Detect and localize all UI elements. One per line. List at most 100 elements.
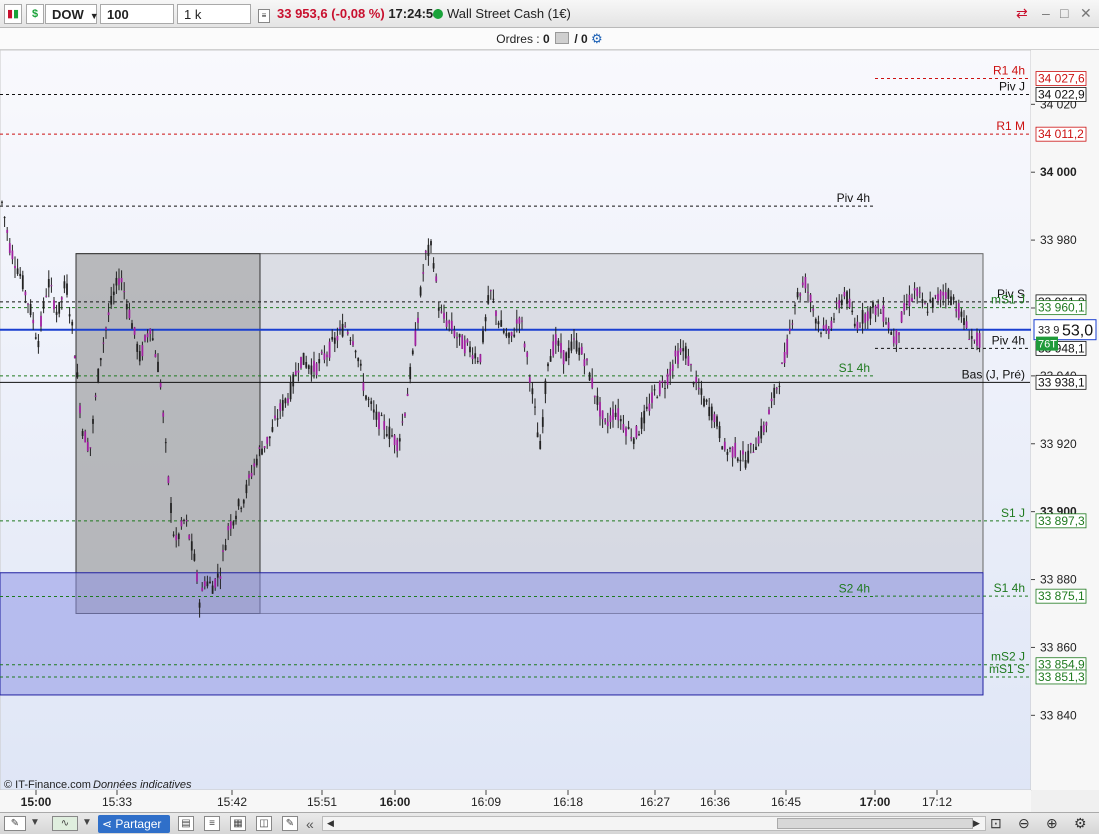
price-chart[interactable]: R1 4hPiv JR1 MPiv 4hPiv SmS1 JPiv 4hS1 4… [0, 50, 1099, 812]
candle-body [599, 401, 601, 417]
candle-body [622, 424, 625, 431]
candle-body [625, 428, 627, 437]
collapse-button[interactable]: « [306, 815, 314, 833]
x-tick-label: 15:42 [217, 795, 247, 809]
scroll-left-icon[interactable]: ◀ [327, 817, 334, 830]
candle-body [934, 295, 937, 297]
sync-icon[interactable]: ⇄ [1016, 5, 1028, 22]
candle-body [825, 324, 828, 331]
candle-body [596, 395, 599, 405]
chevron-down-icon[interactable]: ▼ [82, 816, 92, 831]
dollar-icon[interactable]: $ [26, 4, 44, 24]
orders-list-icon[interactable] [555, 32, 570, 44]
candle-body [648, 403, 651, 411]
candle-body [138, 351, 141, 362]
candle-body [692, 382, 695, 385]
candle-body [55, 311, 58, 315]
candle-body [703, 398, 705, 407]
candle-body [437, 308, 440, 311]
candle-body [573, 338, 575, 340]
x-tick-label: 16:27 [640, 795, 670, 809]
candle-body [131, 323, 133, 329]
candle-body [913, 288, 916, 291]
candle-body [947, 289, 950, 299]
close-icon[interactable]: ✕ [1080, 5, 1092, 22]
candle-body [232, 521, 235, 526]
candle-chart-icon[interactable]: ▮▮ [4, 4, 22, 24]
candle-body [700, 388, 703, 395]
candle-body [695, 376, 698, 383]
candle-body [583, 359, 586, 367]
candle-body [60, 297, 63, 300]
candle-body [682, 348, 685, 352]
candle-body [716, 416, 718, 427]
candle-body [487, 295, 490, 304]
candle-body [500, 320, 503, 327]
scroll-thumb[interactable] [777, 818, 973, 829]
candle-body [513, 334, 516, 337]
zoom-out-icon[interactable]: ⊖ [1018, 815, 1030, 832]
horizontal-scrollbar[interactable]: ◀ ▶ [322, 816, 986, 831]
instrument-select[interactable]: DOW ▼ [45, 4, 99, 24]
candle-body [37, 340, 40, 348]
candle-body [768, 409, 770, 415]
candle-body [84, 431, 87, 443]
chevron-down-icon: ▼ [89, 11, 99, 21]
candle-body [346, 332, 349, 334]
candle-body [921, 299, 924, 304]
level-tag-value: 33 875,1 [1038, 589, 1085, 603]
candle-body [284, 398, 287, 404]
candle-body [554, 334, 557, 345]
candle-body [237, 499, 240, 507]
units-select[interactable]: 1 k unités▼ [177, 4, 251, 42]
chevron-down-icon[interactable]: ▼ [30, 816, 40, 831]
candle-body [271, 427, 274, 432]
layout-icon[interactable]: ◫ [256, 816, 272, 831]
candle-body [258, 447, 261, 449]
maximize-icon[interactable]: □ [1060, 5, 1068, 21]
level-tag-value: 33 938,1 [1038, 375, 1085, 389]
candle-body [229, 521, 232, 529]
candle-body [203, 581, 206, 587]
candle-body [378, 412, 380, 430]
candle-body [801, 282, 804, 286]
candle-body [141, 345, 144, 357]
scroll-right-icon[interactable]: ▶ [973, 817, 980, 830]
orders-bar: Ordres : 0 / 0 ⚙ [0, 28, 1099, 50]
draw-tool-icon[interactable]: ✎ [4, 816, 26, 831]
candle-body [419, 287, 422, 296]
candle-body [669, 369, 672, 376]
minimize-icon[interactable]: – [1042, 5, 1050, 21]
price-change: (-0,08 %) [331, 6, 385, 21]
x-tick-label: 17:00 [860, 795, 891, 809]
candle-body [726, 451, 729, 455]
list-icon[interactable]: ≡ [204, 816, 220, 831]
edit-icon[interactable]: ✎ [282, 816, 298, 831]
candle-body [193, 553, 196, 561]
alert-icon[interactable]: ▤ [178, 816, 194, 831]
candle-body [541, 417, 544, 427]
candle-body [365, 395, 367, 400]
info-icon[interactable]: ≡ [258, 4, 270, 24]
candle-body [760, 425, 763, 439]
candle-body [643, 410, 646, 424]
candle-body [752, 451, 755, 453]
candle-body [16, 268, 19, 274]
candle-body [71, 321, 74, 326]
candle-body [872, 302, 874, 308]
zoom-fit-icon[interactable]: ⊡ [990, 815, 1002, 832]
grid-icon[interactable]: ▦ [230, 816, 246, 831]
candle-body [375, 411, 378, 420]
zoom-in-icon[interactable]: ⊕ [1046, 815, 1058, 832]
indicator-icon[interactable]: ∿ [52, 816, 78, 831]
level-tag-value: 33 960,1 [1038, 301, 1085, 315]
share-button[interactable]: ⋖ Partager [98, 815, 170, 833]
ticks-select[interactable]: 100 ticks▼ [100, 4, 174, 42]
settings-icon[interactable]: ⚙ [1074, 815, 1087, 832]
current-price-label: 53,0 [1062, 323, 1093, 340]
candle-body [66, 283, 68, 295]
candle-body [713, 414, 716, 422]
gear-icon[interactable]: ⚙ [591, 31, 603, 46]
candle-body [661, 380, 664, 383]
candle-body [656, 397, 659, 399]
